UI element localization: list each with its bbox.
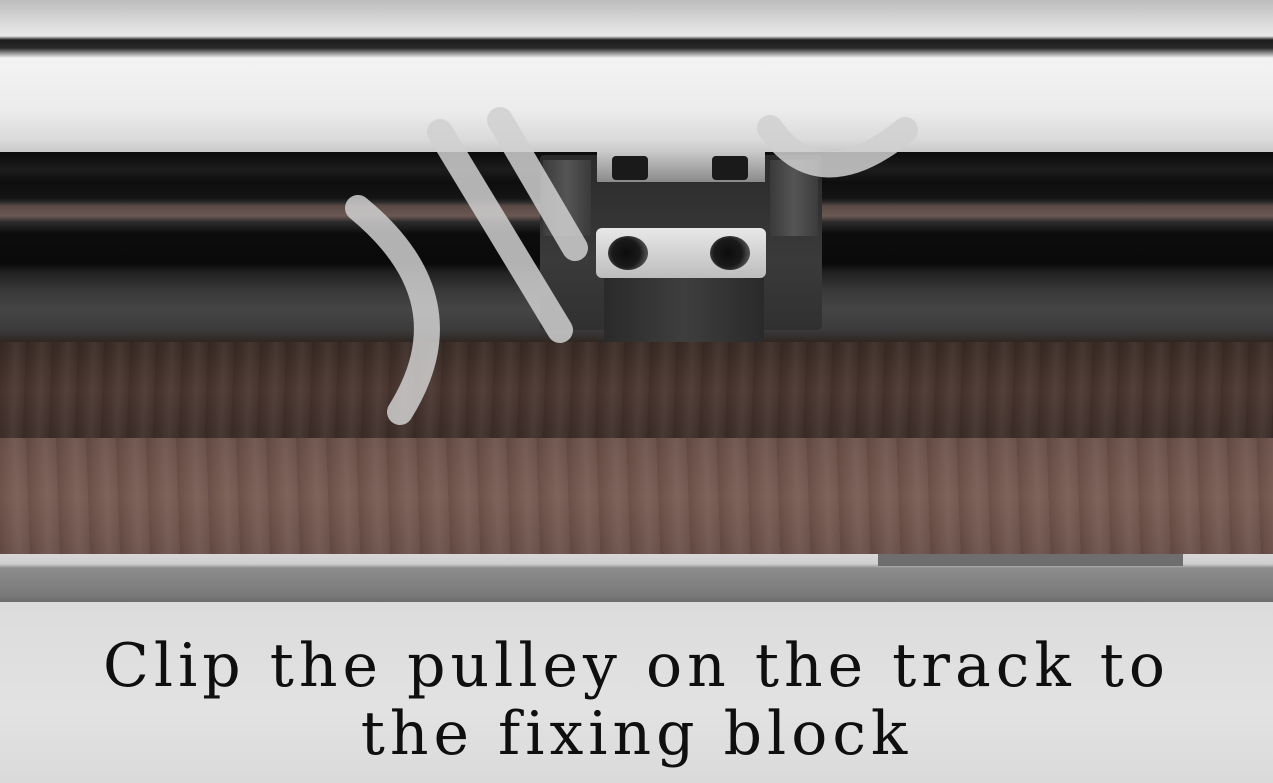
caption-line-2: the fixing block (360, 699, 913, 769)
video-frame: Clip the pulley on the track to the fixi… (0, 0, 1273, 783)
bolt-right (712, 156, 748, 180)
wood-panel-upper (0, 342, 1273, 438)
caption-line-1: Clip the pulley on the track to (102, 631, 1170, 701)
fixing-block-hole-right (710, 236, 750, 270)
top-rail (0, 0, 1273, 152)
fixing-block-hole-left (608, 236, 648, 270)
bracket-arm-left (543, 160, 591, 236)
bolt-left (612, 156, 648, 180)
wood-panel-lower (0, 438, 1273, 554)
fixing-block-stem (604, 278, 764, 342)
subtitle-caption: Clip the pulley on the track to the fixi… (0, 632, 1273, 768)
bottom-rail-gap (878, 554, 1183, 566)
bracket-arm-right (770, 160, 818, 236)
